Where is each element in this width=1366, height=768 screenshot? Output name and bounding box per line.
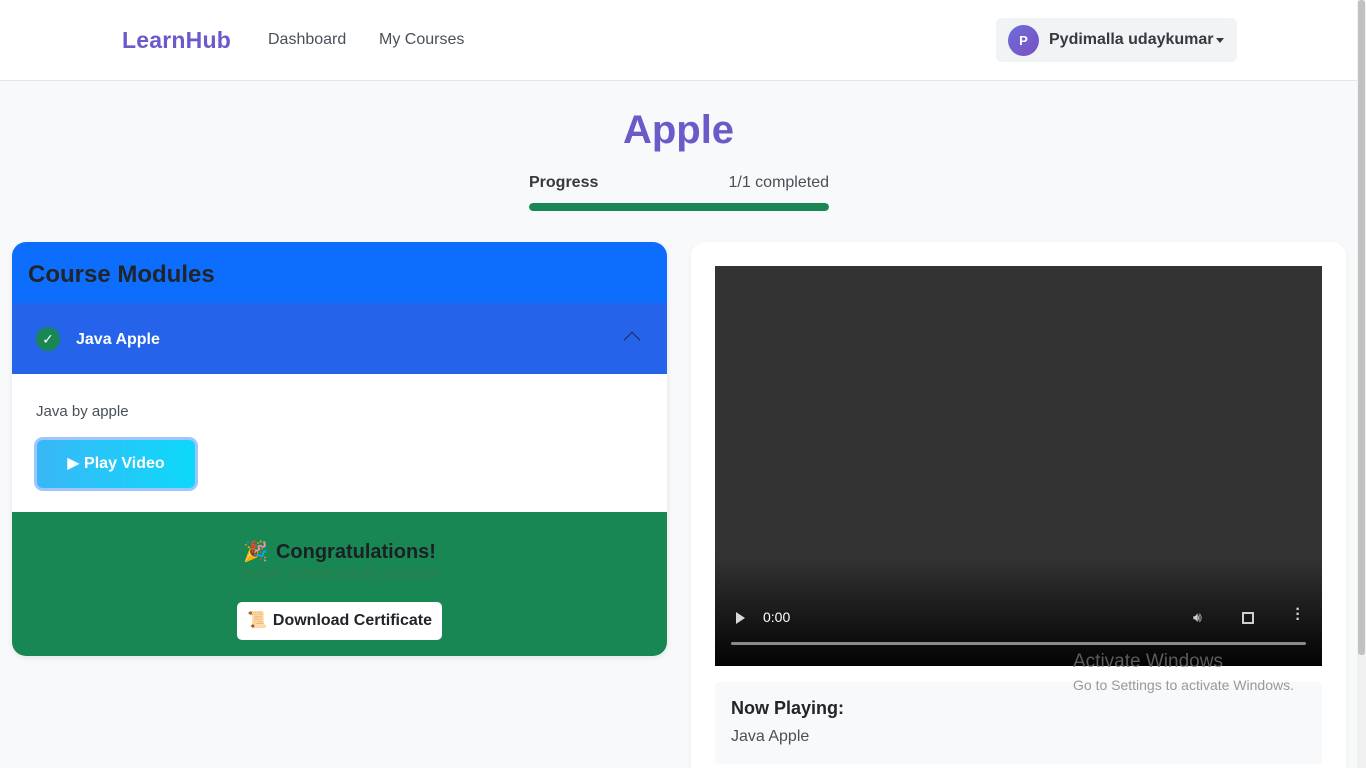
progress-bar bbox=[529, 203, 829, 211]
congratulations-subtitle: You've completed all modules! bbox=[238, 565, 441, 582]
congratulations-text: Congratulations! bbox=[275, 541, 436, 563]
download-certificate-button[interactable]: 📜 Download Certificate bbox=[237, 602, 442, 640]
time-display: 0:00 bbox=[763, 609, 791, 625]
course-title: Apple bbox=[622, 108, 735, 152]
check-circle-icon: ✓ bbox=[36, 327, 60, 351]
now-playing-title: Java Apple bbox=[731, 728, 810, 745]
nav-link-dashboard[interactable]: Dashboard bbox=[268, 31, 346, 49]
scrollbar-thumb[interactable] bbox=[1358, 0, 1365, 655]
module-name: Java Apple bbox=[76, 331, 160, 348]
now-playing-panel: Now Playing: Java Apple bbox=[715, 682, 1322, 764]
fullscreen-icon[interactable] bbox=[1242, 612, 1254, 624]
course-modules-card: Course Modules ✓ Java Apple Java by appl… bbox=[12, 242, 667, 656]
progress-count: 1/1 completed bbox=[728, 174, 829, 191]
download-certificate-label: Download Certificate bbox=[272, 612, 433, 629]
congratulations-banner: 🎉 Congratulations! You've completed all m… bbox=[12, 512, 667, 656]
chevron-up-icon[interactable] bbox=[623, 331, 641, 349]
volume-icon[interactable]: 🔊︎ bbox=[1193, 609, 1202, 626]
seek-bar[interactable] bbox=[731, 642, 1306, 645]
module-body: Java by apple ▶ Play Video bbox=[12, 374, 667, 512]
progress-bar-fill bbox=[529, 203, 829, 211]
user-name: Pydimalla udaykumar bbox=[1049, 31, 1214, 48]
avatar: P bbox=[1008, 25, 1039, 56]
caret-down-icon bbox=[1216, 38, 1224, 43]
nav-link-my-courses[interactable]: My Courses bbox=[379, 31, 464, 49]
activate-windows-subtitle: Go to Settings to activate Windows. bbox=[1073, 677, 1294, 693]
play-video-button[interactable]: ▶ Play Video bbox=[34, 437, 198, 491]
module-description: Java by apple bbox=[36, 403, 129, 420]
video-player[interactable]: 0:00 🔊︎ · · · bbox=[715, 266, 1322, 666]
modules-title: Course Modules bbox=[28, 261, 215, 288]
progress-label: Progress bbox=[529, 174, 599, 191]
party-popper-icon: 🎉 bbox=[243, 541, 268, 563]
navbar: LearnHub Dashboard My Courses P Pydimall… bbox=[0, 0, 1357, 81]
module-accordion-header[interactable]: ✓ Java Apple bbox=[12, 303, 667, 374]
more-options-icon[interactable]: · · · bbox=[1295, 602, 1301, 628]
scroll-icon: 📜 bbox=[246, 612, 267, 629]
play-icon[interactable] bbox=[736, 612, 745, 624]
now-playing-label: Now Playing: bbox=[731, 698, 845, 718]
activate-windows-title: Activate Windows bbox=[1073, 651, 1223, 672]
user-menu-button[interactable]: P Pydimalla udaykumar bbox=[996, 18, 1237, 62]
video-controls-overlay bbox=[715, 556, 1322, 666]
modules-header: Course Modules bbox=[12, 242, 667, 303]
congratulations-title: 🎉 Congratulations! bbox=[12, 539, 667, 564]
brand-logo[interactable]: LearnHub bbox=[122, 27, 231, 54]
